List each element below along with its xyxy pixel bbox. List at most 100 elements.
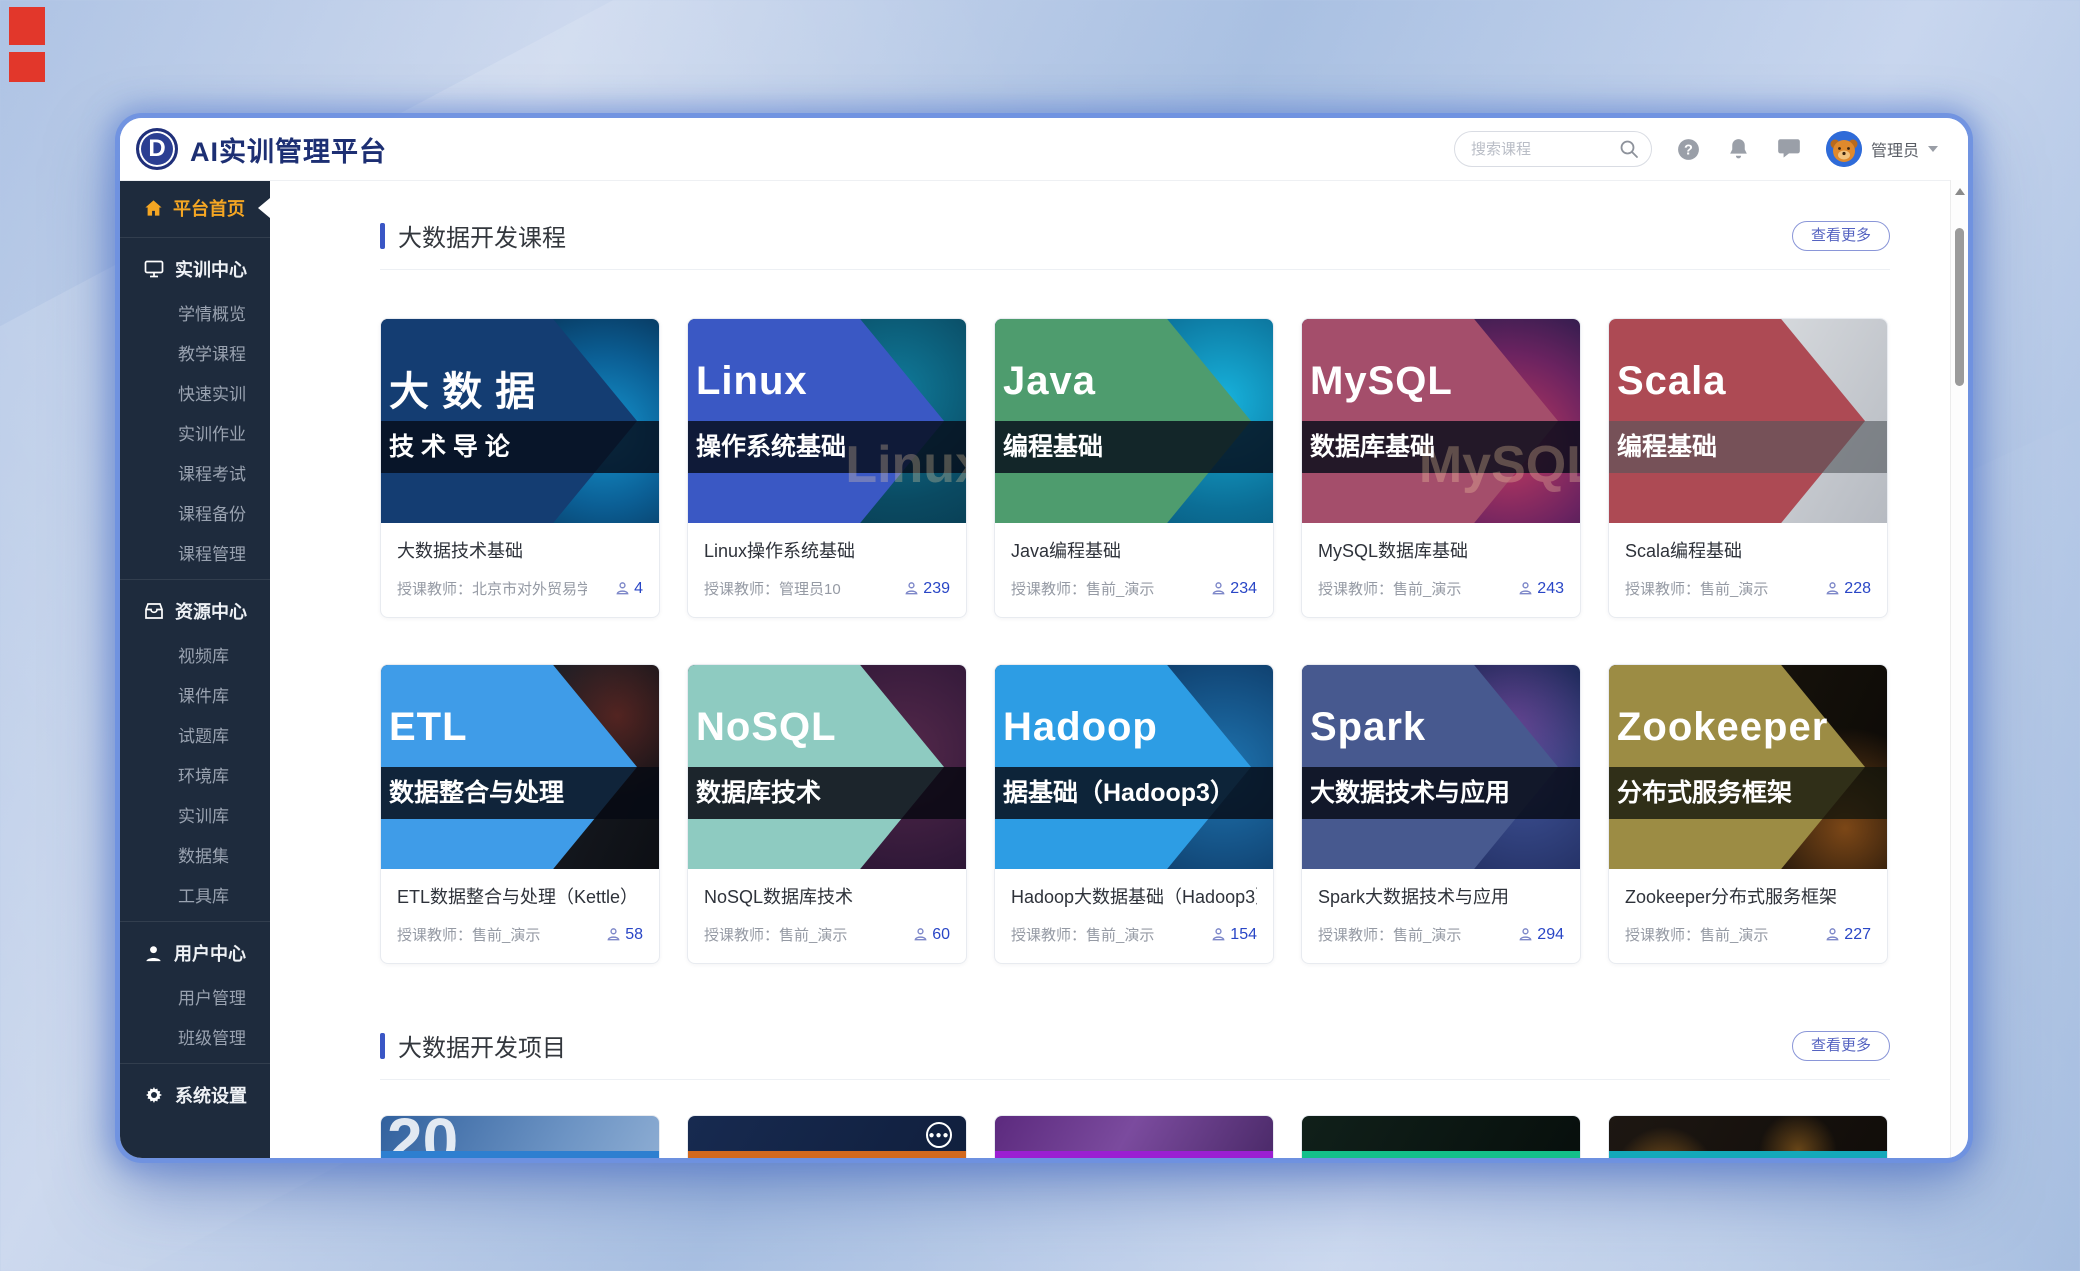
- course-card[interactable]: Zookeeper 分布式服务框架 Zookeeper分布式服务框架 授课教师：…: [1608, 664, 1888, 964]
- sidebar-item-question-library[interactable]: 试题库: [120, 714, 270, 754]
- course-card[interactable]: ETL 数据整合与处理 ETL数据整合与处理（Kettle） 授课教师：售前_演…: [380, 664, 660, 964]
- cover-title: Spark: [1310, 705, 1426, 750]
- cover-subtitle: 数据库技术: [696, 767, 821, 819]
- course-card[interactable]: Linux Linux 操作系统基础 Linux操作系统基础 授课教师：管理员1…: [687, 318, 967, 618]
- student-count: 228: [1825, 580, 1871, 598]
- course-teacher: 授课教师：售前_演示: [1625, 578, 1768, 599]
- cover-title: MySQL: [1310, 359, 1453, 404]
- student-count: 154: [1211, 926, 1257, 944]
- notification-bell-icon[interactable]: [1726, 136, 1752, 162]
- student-count: 239: [904, 580, 950, 598]
- sidebar-item-quick-training[interactable]: 快速实训: [120, 372, 270, 412]
- view-more-button[interactable]: 查看更多: [1792, 221, 1890, 251]
- cover-subtitle: 数据整合与处理: [389, 767, 564, 819]
- person-icon: [1518, 581, 1533, 596]
- help-icon[interactable]: ?: [1676, 136, 1702, 162]
- section-marker: [380, 1033, 385, 1059]
- svg-text:?: ?: [1685, 142, 1694, 158]
- course-info: Zookeeper分布式服务框架 授课教师：售前_演示 227: [1609, 869, 1887, 963]
- course-card[interactable]: Spark 大数据技术与应用 Spark大数据技术与应用 授课教师：售前_演示 …: [1301, 664, 1581, 964]
- desktop-red-block: [9, 7, 45, 45]
- scroll-up-arrow-icon[interactable]: [1955, 188, 1965, 195]
- vertical-scrollbar[interactable]: [1950, 180, 1968, 1158]
- person-icon: [1211, 927, 1226, 942]
- project-card[interactable]: 大数据开发案例: [994, 1115, 1274, 1158]
- student-count: 60: [913, 926, 950, 944]
- student-count: 234: [1211, 580, 1257, 598]
- cover-title: Scala: [1617, 359, 1727, 404]
- gear-icon: [144, 1085, 164, 1105]
- course-card[interactable]: NoSQL 数据库技术 NoSQL数据库技术 授课教师：售前_演示 60: [687, 664, 967, 964]
- sidebar-group-system-settings[interactable]: 系统设置: [120, 1072, 270, 1118]
- message-bubble-icon[interactable]: [1776, 136, 1802, 162]
- sidebar-group-user-center[interactable]: 用户中心: [120, 930, 270, 976]
- app-window: D AI实训管理平台 ?: [120, 118, 1968, 1158]
- sidebar-item-training-homework[interactable]: 实训作业: [120, 412, 270, 452]
- user-menu[interactable]: 管理员: [1826, 131, 1938, 167]
- project-card[interactable]: 大数据开发案例: [1301, 1115, 1581, 1158]
- course-card[interactable]: Scala 编程基础 Scala编程基础 授课教师：售前_演示 228: [1608, 318, 1888, 618]
- section-header-projects: 大数据开发项目 查看更多: [380, 1028, 1890, 1063]
- course-info: Hadoop大数据基础（Hadoop3） 授课教师：售前_演示 154: [995, 869, 1273, 963]
- sidebar-item-course-exams[interactable]: 课程考试: [120, 452, 270, 492]
- cover-title: 大 数 据: [389, 359, 536, 417]
- sidebar-item-learning-overview[interactable]: 学情概览: [120, 292, 270, 332]
- sidebar: 平台首页 实训中心 学情概览 教学课程 快速实训 实训作业 课程考试 课程备份 …: [120, 180, 270, 1158]
- course-info: Spark大数据技术与应用 授课教师：售前_演示 294: [1302, 869, 1580, 963]
- sidebar-item-user-management[interactable]: 用户管理: [120, 976, 270, 1016]
- sidebar-divider: [120, 237, 270, 238]
- sidebar-item-training-library[interactable]: 实训库: [120, 794, 270, 834]
- project-card[interactable]: 20 大数据开发案例: [380, 1115, 660, 1158]
- sidebar-divider: [120, 579, 270, 580]
- sidebar-item-tool-library[interactable]: 工具库: [120, 874, 270, 914]
- course-title: Scala编程基础: [1625, 537, 1871, 563]
- sidebar-group-label: 实训中心: [175, 256, 247, 282]
- student-count: 4: [615, 580, 643, 598]
- course-card[interactable]: Java 编程基础 Java编程基础 授课教师：售前_演示 234: [994, 318, 1274, 618]
- project-card[interactable]: 大数据开发案例: [1608, 1115, 1888, 1158]
- sidebar-item-video-library[interactable]: 视频库: [120, 634, 270, 674]
- project-banner: 大数据开发案例: [995, 1151, 1273, 1158]
- cover-title: NoSQL: [696, 705, 837, 750]
- course-teacher: 授课教师：售前_演示: [1318, 924, 1461, 945]
- course-title: ETL数据整合与处理（Kettle）: [397, 883, 643, 909]
- cover-subtitle: 编程基础: [1617, 421, 1717, 473]
- course-title: Hadoop大数据基础（Hadoop3）: [1011, 883, 1257, 909]
- view-more-button[interactable]: 查看更多: [1792, 1031, 1890, 1061]
- course-teacher: 授课教师：售前_演示: [1011, 578, 1154, 599]
- sidebar-divider: [120, 921, 270, 922]
- course-teacher: 授课教师：售前_演示: [1011, 924, 1154, 945]
- scrollbar-thumb[interactable]: [1955, 228, 1964, 386]
- sidebar-group-training-center[interactable]: 实训中心: [120, 246, 270, 292]
- sidebar-group-label: 资源中心: [175, 598, 247, 624]
- sidebar-item-course-management[interactable]: 课程管理: [120, 532, 270, 572]
- person-icon: [1518, 927, 1533, 942]
- cover-title: Zookeeper: [1617, 705, 1828, 750]
- sidebar-item-teaching-courses[interactable]: 教学课程: [120, 332, 270, 372]
- course-card[interactable]: Hadoop 据基础（Hadoop3） Hadoop大数据基础（Hadoop3）…: [994, 664, 1274, 964]
- sidebar-item-environment-library[interactable]: 环境库: [120, 754, 270, 794]
- sidebar-item-courseware-library[interactable]: 课件库: [120, 674, 270, 714]
- course-card[interactable]: 大 数 据 技 术 导 论 大数据技术基础 授课教师：北京市对外贸易学校教...…: [380, 318, 660, 618]
- sidebar-group-resource-center[interactable]: 资源中心: [120, 588, 270, 634]
- archive-box-icon: [144, 601, 164, 621]
- user-name: 管理员: [1871, 137, 1919, 161]
- course-info: NoSQL数据库技术 授课教师：售前_演示 60: [688, 869, 966, 963]
- sidebar-item-home[interactable]: 平台首页: [120, 186, 270, 230]
- course-card[interactable]: MySQL MySQL 数据库基础 MySQL数据库基础 授课教师：售前_演示 …: [1301, 318, 1581, 618]
- cover-title: Hadoop: [1003, 705, 1158, 750]
- cover-title: Java: [1003, 359, 1096, 404]
- search-box: [1454, 131, 1652, 167]
- course-teacher: 授课教师：售前_演示: [704, 924, 847, 945]
- course-teacher: 授课教师：售前_演示: [1625, 924, 1768, 945]
- course-info: Scala编程基础 授课教师：售前_演示 228: [1609, 523, 1887, 617]
- section-divider: [380, 1079, 1890, 1080]
- person-icon: [1825, 927, 1840, 942]
- section-title: 大数据开发项目: [398, 1028, 566, 1063]
- sidebar-item-datasets[interactable]: 数据集: [120, 834, 270, 874]
- search-icon[interactable]: [1619, 139, 1639, 159]
- project-card[interactable]: ●●● 大数据开发案例: [687, 1115, 967, 1158]
- project-banner: 大数据开发案例: [381, 1151, 659, 1158]
- sidebar-item-class-management[interactable]: 班级管理: [120, 1016, 270, 1056]
- sidebar-item-course-backup[interactable]: 课程备份: [120, 492, 270, 532]
